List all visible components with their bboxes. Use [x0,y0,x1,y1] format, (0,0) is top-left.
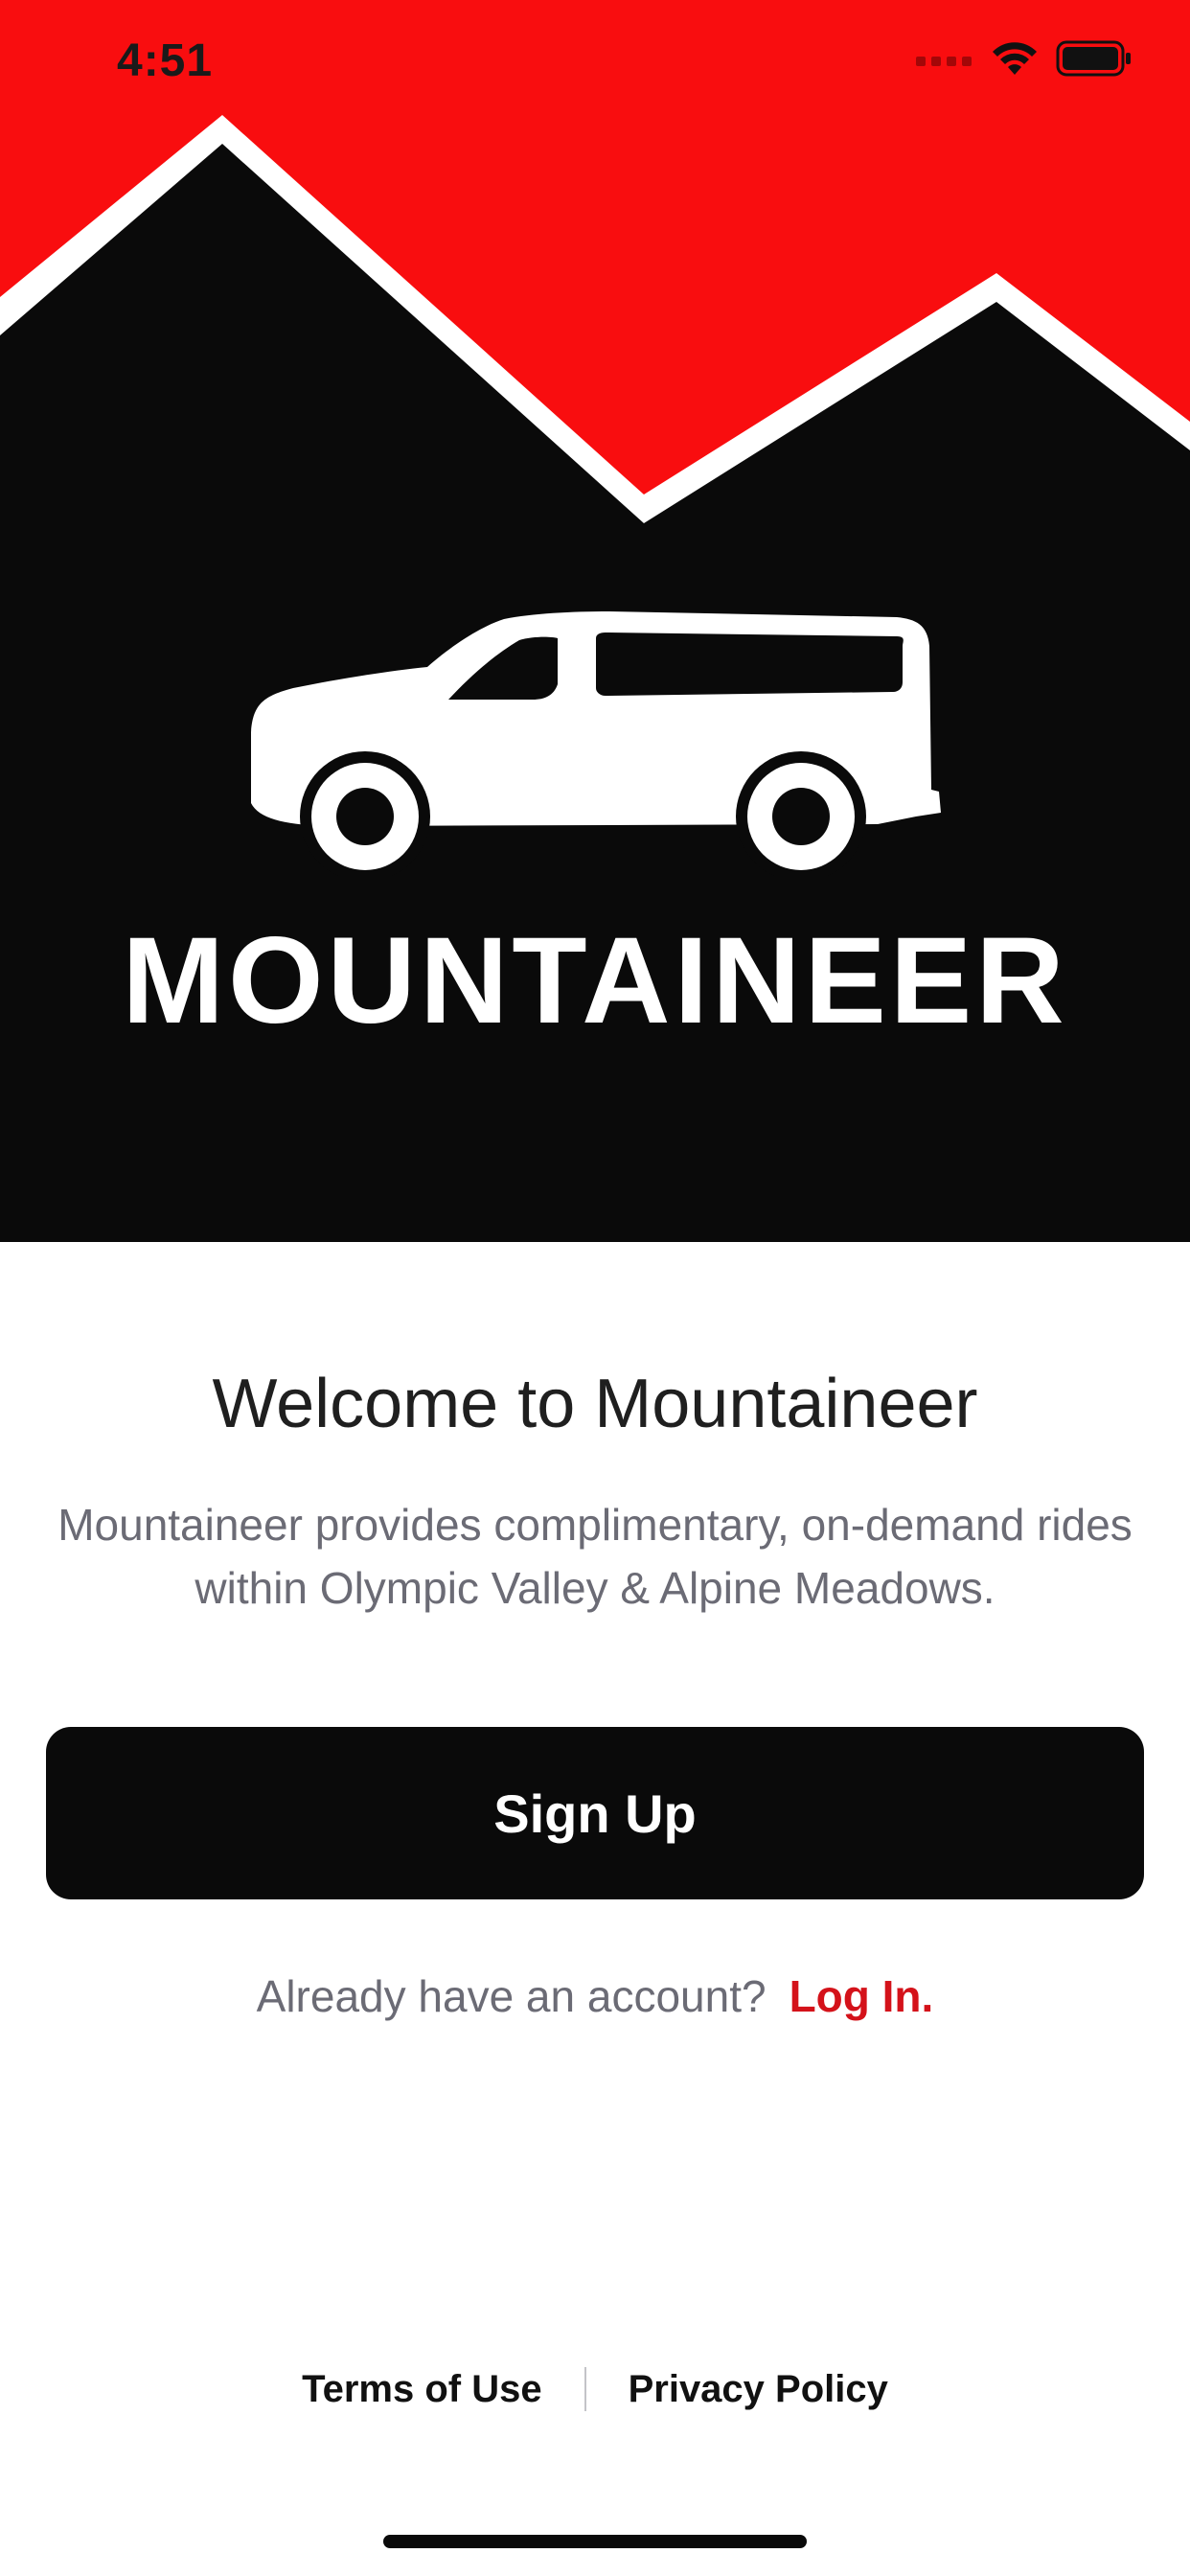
welcome-title: Welcome to Mountaineer [212,1366,978,1442]
footer-divider [584,2367,586,2411]
status-icons [916,40,1133,77]
terms-of-use-link[interactable]: Terms of Use [302,2368,541,2411]
home-indicator[interactable] [383,2535,807,2548]
wifi-icon [993,42,1037,75]
login-prompt: Already have an account? [256,1971,767,2021]
footer-links: Terms of Use Privacy Policy [0,2367,1190,2411]
brand-wordmark: MOUNTAINEER [122,912,1068,1049]
signup-button[interactable]: Sign Up [46,1727,1144,1899]
welcome-description: Mountaineer provides complimentary, on-d… [57,1500,1133,1613]
van-icon [251,611,941,876]
cellular-signal-icon [916,57,972,66]
status-bar: 4:51 [0,0,1190,134]
privacy-policy-link[interactable]: Privacy Policy [629,2368,888,2411]
hero-banner: 4:51 MOUNTAINEER [0,0,1190,1242]
status-time: 4:51 [117,35,214,86]
login-link[interactable]: Log In. [790,1971,934,2021]
welcome-screen: 4:51 MOUNTAINEER Welcome to Mountaineer … [0,0,1190,2576]
battery-icon [1056,40,1131,77]
login-row: Already have an account? Log In. [0,1970,1190,2022]
